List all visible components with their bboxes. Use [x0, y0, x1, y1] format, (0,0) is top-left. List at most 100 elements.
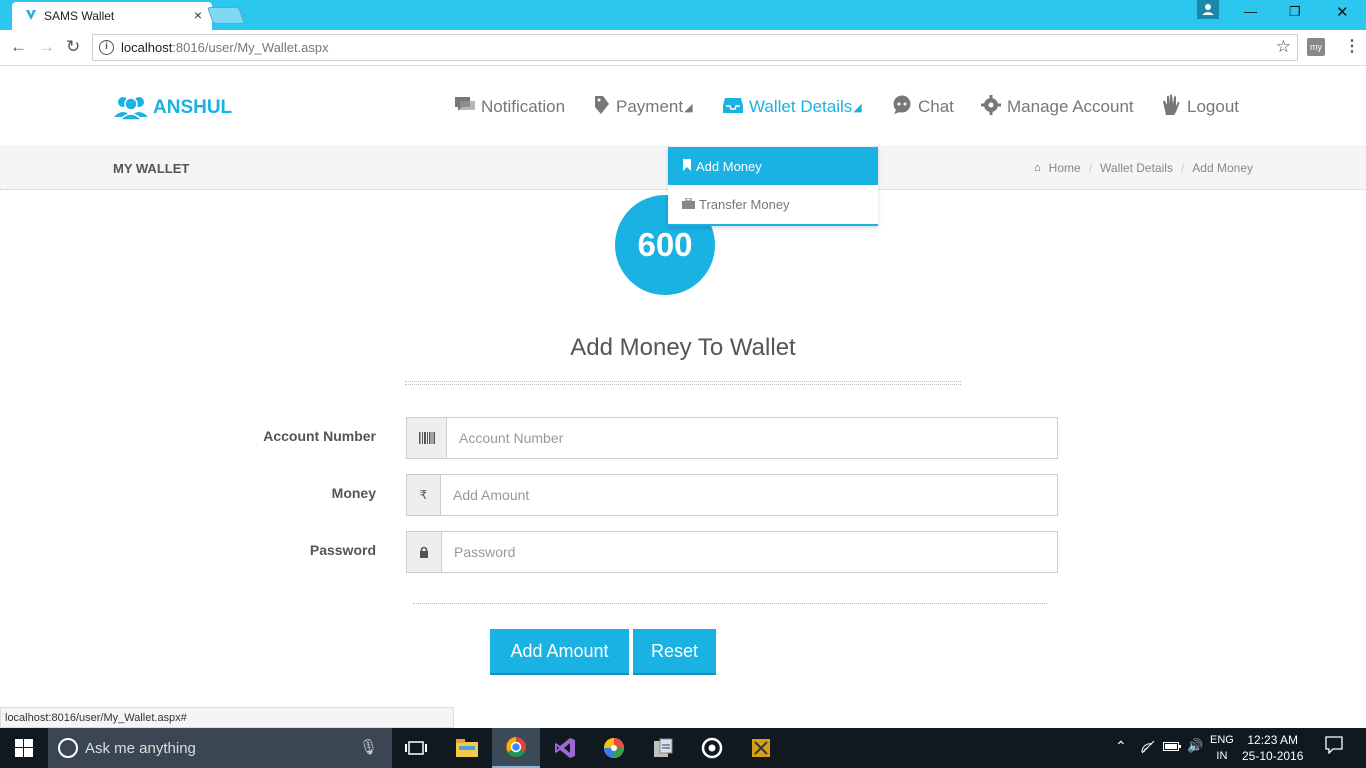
nav-label: Wallet Details	[749, 97, 853, 116]
breadcrumb-separator: /	[1088, 161, 1093, 175]
nav-label: Payment	[616, 97, 684, 116]
breadcrumb-separator: /	[1180, 161, 1185, 175]
groove-music-icon[interactable]	[688, 728, 736, 768]
wallet-details-dropdown: Add Money Transfer Money	[668, 147, 878, 226]
divider	[413, 603, 1047, 604]
lang-bottom: IN	[1216, 750, 1228, 762]
nav-label: Manage Account	[1007, 97, 1134, 116]
battery-icon[interactable]	[1163, 740, 1181, 755]
status-bar-url: localhost:8016/user/My_Wallet.aspx#	[0, 707, 454, 728]
lang-top: ENG	[1210, 734, 1234, 746]
password-group	[406, 531, 1058, 573]
microphone-icon[interactable]: 🎙	[359, 738, 378, 756]
volume-icon[interactable]: 🔊	[1187, 738, 1203, 754]
minimize-icon[interactable]: —	[1244, 4, 1257, 19]
password-label: Password	[309, 542, 376, 558]
restore-icon[interactable]: ❐	[1289, 4, 1301, 20]
sql-server-icon[interactable]	[639, 728, 687, 768]
tab-close-icon[interactable]: ×	[194, 7, 202, 23]
back-arrow-icon[interactable]: ←	[10, 37, 27, 57]
nav-label: Notification	[481, 97, 566, 116]
breadcrumb: ⌂ Home / Wallet Details / Add Money	[1034, 161, 1253, 175]
form-title: Add Money To Wallet	[570, 334, 796, 361]
account-number-group	[406, 417, 1058, 459]
chat-bubble-icon	[892, 95, 912, 120]
browser-toolbar: ← → ↻ i localhost:8016/user/My_Wallet.as…	[0, 30, 1366, 66]
nav-logout[interactable]: Logout	[1161, 94, 1239, 121]
extension-my-icon[interactable]: my	[1307, 38, 1325, 56]
tab-title: SAMS Wallet	[44, 9, 115, 23]
profile-icon[interactable]	[1197, 0, 1219, 19]
cortana-search[interactable]: Ask me anything 🎙	[48, 728, 392, 768]
nav-label: Chat	[918, 97, 954, 116]
cortana-icon	[58, 738, 78, 758]
gear-icon	[981, 94, 1001, 120]
reset-button[interactable]: Reset	[633, 629, 716, 675]
clock-time: 12:23 AM	[1247, 733, 1299, 747]
tools-app-icon[interactable]	[737, 728, 785, 768]
chrome-icon[interactable]	[492, 728, 540, 768]
clock-date: 25-10-2016	[1242, 749, 1304, 763]
nav-payment[interactable]: Payment ◢	[594, 95, 693, 119]
url-host: localhost	[121, 40, 173, 55]
nav-chat[interactable]: Chat	[892, 95, 954, 119]
users-icon	[114, 97, 148, 121]
breadcrumb-home[interactable]: Home	[1049, 161, 1081, 175]
hand-icon	[1161, 94, 1181, 121]
amount-input[interactable]	[441, 475, 1057, 515]
tag-icon	[594, 95, 610, 120]
visual-studio-icon[interactable]	[541, 728, 589, 768]
picasa-icon[interactable]	[590, 728, 638, 768]
task-view-icon[interactable]	[392, 728, 440, 768]
url-path: :8016/user/My_Wallet.aspx	[172, 40, 329, 55]
caret-icon: ◢	[684, 101, 693, 114]
tray-chevron-icon[interactable]: ⌃	[1115, 738, 1127, 755]
bookmark-icon	[682, 158, 692, 174]
forward-arrow-icon[interactable]: →	[38, 37, 55, 57]
wallet-favicon-icon	[26, 10, 36, 20]
browser-titlebar: SAMS Wallet × — ❐ ✕	[0, 0, 1366, 30]
file-explorer-icon[interactable]	[443, 728, 491, 768]
system-clock[interactable]: 12:23 AM 25-10-2016	[1242, 732, 1303, 764]
breadcrumb-add-money: Add Money	[1192, 161, 1253, 175]
site-header: ANSHUL Notification Payment ◢ Wallet Det…	[0, 67, 1366, 147]
windows-start-icon[interactable]	[0, 728, 48, 768]
nav-manage-account[interactable]: Manage Account	[981, 94, 1134, 120]
language-indicator[interactable]: ENG IN	[1210, 732, 1234, 764]
browser-tab[interactable]: SAMS Wallet ×	[12, 2, 212, 30]
nav-wallet-details[interactable]: Wallet Details ◢	[723, 95, 862, 119]
network-icon[interactable]	[1140, 740, 1156, 757]
inbox-icon	[723, 96, 743, 119]
account-number-input[interactable]	[447, 418, 1057, 458]
home-icon: ⌂	[1034, 162, 1041, 174]
password-input[interactable]	[442, 532, 1057, 572]
account-number-label: Account Number	[263, 428, 376, 444]
dropdown-item-label: Add Money	[696, 158, 762, 174]
brand-logo[interactable]: ANSHUL	[113, 95, 232, 121]
add-amount-button[interactable]: Add Amount	[490, 629, 629, 675]
action-center-icon[interactable]	[1325, 736, 1343, 759]
search-placeholder: Ask me anything	[85, 740, 196, 757]
url-text: localhost:8016/user/My_Wallet.aspx	[121, 40, 329, 55]
info-icon[interactable]: i	[99, 40, 114, 55]
reload-icon[interactable]: ↻	[66, 37, 80, 57]
dropdown-item-label: Transfer Money	[699, 196, 790, 212]
address-bar[interactable]: i localhost:8016/user/My_Wallet.aspx ☆	[92, 34, 1298, 61]
money-label: Money	[331, 485, 376, 501]
brand-name: ANSHUL	[153, 97, 233, 118]
window-close-icon[interactable]: ✕	[1336, 3, 1349, 21]
rupee-icon: ₹	[407, 475, 441, 515]
briefcase-icon	[682, 196, 695, 212]
windows-taskbar: Ask me anything 🎙 ⌃ 🔊 ENG IN 12:23 AM 25…	[0, 728, 1366, 768]
dropdown-add-money[interactable]: Add Money	[668, 147, 878, 185]
nav-label: Logout	[1187, 97, 1239, 116]
comments-icon	[455, 96, 475, 119]
page-title: MY WALLET	[113, 161, 190, 176]
new-tab-button[interactable]	[206, 7, 246, 24]
browser-menu-icon[interactable]: ⋮	[1344, 36, 1360, 56]
divider	[405, 381, 961, 385]
nav-notification[interactable]: Notification	[455, 95, 565, 119]
breadcrumb-wallet-details[interactable]: Wallet Details	[1100, 161, 1173, 175]
bookmark-star-icon[interactable]: ☆	[1276, 37, 1291, 57]
dropdown-transfer-money[interactable]: Transfer Money	[668, 185, 878, 223]
